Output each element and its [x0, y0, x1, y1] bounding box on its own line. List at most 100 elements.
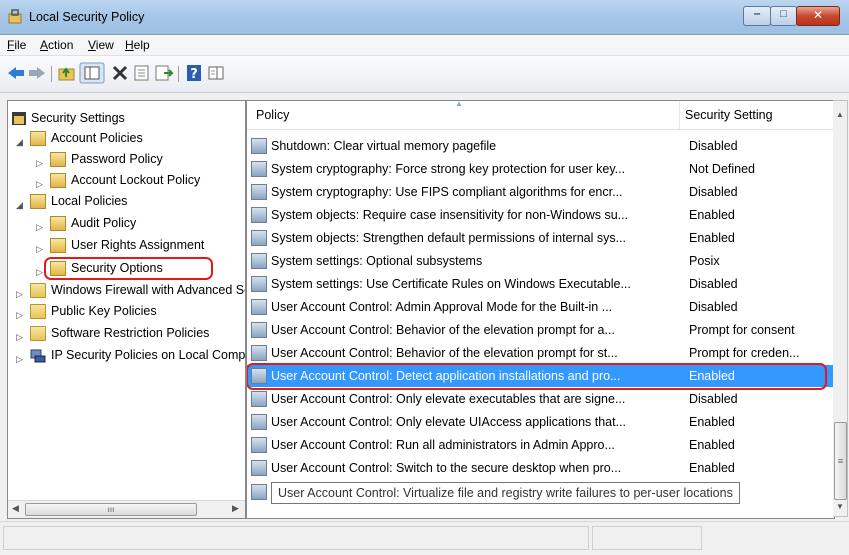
- scroll-left-arrow-icon[interactable]: ◀: [12, 503, 19, 514]
- expand-arrow-icon[interactable]: ▷: [16, 328, 23, 346]
- console-tree[interactable]: Security Settings ◢ Account Policies ▷ P…: [7, 100, 246, 519]
- table-row[interactable]: User Account Control: Only elevate execu…: [247, 388, 834, 410]
- back-arrow-icon[interactable]: [6, 64, 26, 82]
- table-row[interactable]: System cryptography: Force strong key pr…: [247, 158, 834, 180]
- help-icon[interactable]: ?: [184, 64, 204, 82]
- tree-item-user-rights-assignment[interactable]: ▷ User Rights Assignment: [8, 236, 245, 256]
- scroll-up-arrow-icon[interactable]: ▲: [836, 110, 844, 119]
- close-button[interactable]: ✕: [796, 6, 840, 26]
- policy-setting-icon: [251, 391, 267, 407]
- table-row[interactable]: User Account Control: Behavior of the el…: [247, 319, 834, 341]
- show-hide-tree-icon[interactable]: [79, 62, 105, 84]
- tree-item-security-settings[interactable]: Security Settings: [8, 109, 245, 129]
- table-row[interactable]: User Account Control: Behavior of the el…: [247, 342, 834, 364]
- table-row-selected[interactable]: User Account Control: Detect application…: [247, 365, 834, 387]
- menu-file[interactable]: File: [7, 38, 26, 52]
- expand-arrow-icon[interactable]: ▷: [36, 218, 43, 236]
- policy-list[interactable]: Policy ▲ Security Setting Shutdown: Clea…: [246, 100, 835, 519]
- policy-setting-icon: [251, 437, 267, 453]
- policy-name: System settings: Use Certificate Rules o…: [271, 277, 631, 291]
- column-header-security-setting[interactable]: Security Setting: [685, 108, 773, 122]
- tree-item-public-key-policies[interactable]: ▷ Public Key Policies: [8, 302, 245, 322]
- collapse-arrow-icon[interactable]: ◢: [16, 196, 23, 214]
- maximize-button[interactable]: □: [770, 6, 797, 26]
- up-folder-icon[interactable]: [57, 64, 77, 82]
- forward-arrow-icon[interactable]: [27, 64, 47, 82]
- tree-item-label: Local Policies: [51, 194, 128, 208]
- expand-arrow-icon[interactable]: ▷: [16, 350, 23, 368]
- menu-action[interactable]: Action: [40, 38, 73, 52]
- minimize-button[interactable]: ‒: [743, 6, 771, 26]
- security-setting-value: Disabled: [689, 139, 738, 153]
- table-row[interactable]: User Account Control: Switch to the secu…: [247, 457, 834, 479]
- security-setting-value: Disabled: [689, 392, 738, 406]
- scroll-right-arrow-icon[interactable]: ▶: [232, 503, 239, 514]
- column-divider[interactable]: [679, 101, 680, 129]
- policy-name: User Account Control: Run all administra…: [271, 438, 615, 452]
- tree-scroll-thumb[interactable]: ııı: [25, 503, 197, 516]
- collapse-arrow-icon[interactable]: ◢: [16, 133, 23, 151]
- expand-arrow-icon[interactable]: ▷: [36, 175, 43, 193]
- security-setting-value: Enabled: [689, 369, 735, 383]
- tree-item-local-policies[interactable]: ◢ Local Policies: [8, 192, 245, 212]
- tree-item-account-lockout-policy[interactable]: ▷ Account Lockout Policy: [8, 171, 245, 191]
- delete-icon[interactable]: [110, 64, 130, 82]
- tree-item-label: User Rights Assignment: [71, 238, 205, 252]
- title-bar[interactable]: Local Security Policy ‒ □ ✕: [0, 0, 849, 35]
- table-row[interactable]: System settings: Optional subsystems Posi…: [247, 250, 834, 272]
- expand-arrow-icon[interactable]: ▷: [36, 263, 43, 281]
- show-hide-action-pane-icon[interactable]: [206, 64, 226, 82]
- tree-item-security-options[interactable]: ▷ Security Options: [8, 259, 245, 279]
- properties-icon[interactable]: [132, 64, 152, 82]
- tree-item-software-restriction-policies[interactable]: ▷ Software Restriction Policies: [8, 324, 245, 344]
- tree-item-windows-firewall[interactable]: ▷ Windows Firewall with Advanced Securit…: [8, 281, 245, 301]
- table-row[interactable]: User Account Control: Admin Approval Mod…: [247, 296, 834, 318]
- tree-item-password-policy[interactable]: ▷ Password Policy: [8, 150, 245, 170]
- policy-setting-icon: [251, 414, 267, 430]
- policy-setting-icon: [251, 230, 267, 246]
- policy-name: Shutdown: Clear virtual memory pagefile: [271, 139, 497, 153]
- policy-name: User Account Control: Only elevate execu…: [271, 392, 626, 406]
- expand-arrow-icon[interactable]: ▷: [36, 240, 43, 258]
- policy-setting-icon: [251, 253, 267, 269]
- menu-help[interactable]: Help: [125, 38, 150, 52]
- scroll-grip-icon: ııı: [107, 505, 115, 514]
- table-row[interactable]: System objects: Strengthen default permi…: [247, 227, 834, 249]
- tree-item-ip-security-policies[interactable]: ▷ IP Security Policies on Local Computer: [8, 346, 245, 366]
- table-row[interactable]: User Account Control: Only elevate UIAcc…: [247, 411, 834, 433]
- policy-folder-icon: [30, 131, 46, 146]
- table-row[interactable]: Shutdown: Clear virtual memory pagefile D…: [247, 135, 834, 157]
- policy-setting-icon: [251, 484, 267, 500]
- policy-name: User Account Control: Detect application…: [271, 369, 621, 383]
- expand-arrow-icon[interactable]: ▷: [36, 154, 43, 172]
- policy-setting-icon: [251, 368, 267, 384]
- expand-arrow-icon[interactable]: ▷: [16, 306, 23, 324]
- table-row[interactable]: System cryptography: Use FIPS compliant …: [247, 181, 834, 203]
- tree-item-label: IP Security Policies on Local Computer: [51, 348, 246, 362]
- security-policy-app-icon: [8, 9, 22, 24]
- security-setting-value: Disabled: [689, 300, 738, 314]
- menu-view[interactable]: View: [88, 38, 114, 52]
- export-list-icon[interactable]: [154, 64, 174, 82]
- table-row[interactable]: System objects: Require case insensitivi…: [247, 204, 834, 226]
- table-row[interactable]: User Account Control: Run all administra…: [247, 434, 834, 456]
- table-row[interactable]: System settings: Use Certificate Rules o…: [247, 273, 834, 295]
- tree-item-label: Public Key Policies: [51, 304, 157, 318]
- security-setting-value: Enabled: [689, 461, 735, 475]
- expand-arrow-icon[interactable]: ▷: [16, 285, 23, 303]
- security-setting-value: Enabled: [689, 208, 735, 222]
- tree-item-label: Password Policy: [71, 152, 163, 166]
- tree-item-label: Security Settings: [31, 111, 125, 125]
- tree-item-audit-policy[interactable]: ▷ Audit Policy: [8, 214, 245, 234]
- security-setting-value: Disabled: [689, 185, 738, 199]
- scroll-down-arrow-icon[interactable]: ▼: [836, 502, 844, 511]
- list-scroll-thumb[interactable]: ≡: [834, 422, 847, 500]
- policy-folder-icon: [30, 194, 46, 209]
- list-vertical-scrollbar[interactable]: ▲ ≡ ▼: [833, 100, 848, 517]
- tree-item-label: Software Restriction Policies: [51, 326, 210, 340]
- window-title: Local Security Policy: [29, 10, 145, 24]
- policy-name: User Account Control: Admin Approval Mod…: [271, 300, 613, 314]
- column-header-policy[interactable]: Policy: [256, 108, 289, 122]
- tree-horizontal-scrollbar[interactable]: ◀ ııı ▶: [8, 500, 245, 518]
- tree-item-account-policies[interactable]: ◢ Account Policies: [8, 129, 245, 149]
